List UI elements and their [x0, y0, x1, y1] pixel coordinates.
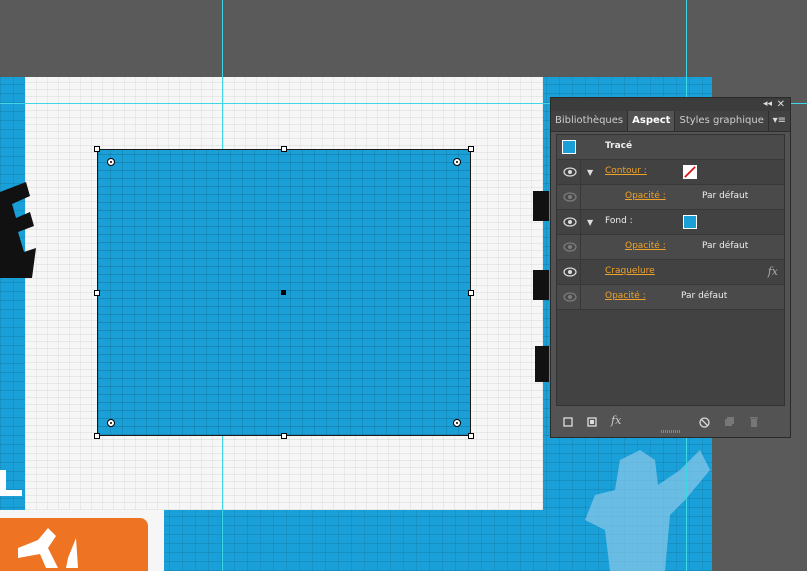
eye-column	[557, 185, 581, 209]
center-point	[281, 290, 286, 295]
object-type-label: Tracé	[605, 141, 633, 151]
visibility-eye-icon[interactable]	[563, 167, 577, 177]
disclosure-triangle-icon[interactable]: ▼	[587, 168, 593, 177]
duplicate-item-icon[interactable]	[724, 417, 734, 427]
visibility-eye-icon[interactable]	[563, 217, 577, 227]
global-opacity-row[interactable]: Opacité : Par défaut	[557, 285, 784, 310]
stroke-label[interactable]: Contour :	[605, 166, 647, 176]
fill-opacity-label[interactable]: Opacité :	[625, 241, 666, 251]
orange-badge-figure	[18, 528, 78, 568]
trash-icon[interactable]	[749, 416, 759, 427]
visibility-eye-icon[interactable]	[563, 242, 577, 252]
corner-radius-widget-tl[interactable]	[107, 158, 115, 166]
panel-tabs: Bibliothèques Aspect Styles graphique ▾≡	[551, 111, 790, 132]
visibility-eye-icon[interactable]	[563, 267, 577, 277]
tab-styles-graphiques[interactable]: Styles graphique	[675, 111, 769, 131]
object-header-row[interactable]: Tracé	[557, 135, 784, 160]
white-letter-fragment	[0, 470, 22, 496]
appearance-list: Tracé ▼ Contour : Opacité : Par défaut ▼…	[556, 134, 785, 406]
corner-radius-widget-bl[interactable]	[107, 419, 115, 427]
resize-handle-left[interactable]	[94, 290, 100, 296]
collapse-panel-button[interactable]: ◂◂	[763, 98, 772, 111]
resize-grip[interactable]	[661, 430, 681, 433]
tab-bibliotheques[interactable]: Bibliothèques	[551, 111, 629, 131]
add-new-stroke-icon[interactable]	[563, 417, 573, 427]
fx-icon[interactable]: fx	[768, 265, 778, 278]
black-letter-fragment-right-1	[533, 191, 549, 221]
black-letter-fragment-right-2	[533, 270, 549, 300]
resize-handle-right[interactable]	[468, 290, 474, 296]
add-new-effect-icon[interactable]: fx	[611, 414, 621, 427]
eye-column	[557, 260, 581, 284]
fill-label: Fond :	[605, 216, 633, 226]
black-letter-fragment	[0, 182, 36, 278]
global-opacity-label[interactable]: Opacité :	[605, 291, 646, 301]
panel-titlebar[interactable]: ◂◂ ✕	[551, 98, 790, 111]
eye-column	[557, 235, 581, 259]
fill-opacity-row[interactable]: Opacité : Par défaut	[557, 235, 784, 260]
resize-handle-top-left[interactable]	[94, 146, 100, 152]
global-opacity-value: Par défaut	[681, 291, 728, 301]
stroke-row[interactable]: ▼ Contour :	[557, 160, 784, 185]
resize-handle-bottom-left[interactable]	[94, 433, 100, 439]
corner-radius-widget-tr[interactable]	[453, 158, 461, 166]
fill-row[interactable]: ▼ Fond :	[557, 210, 784, 235]
stroke-opacity-label[interactable]: Opacité :	[625, 191, 666, 201]
resize-handle-bottom-right[interactable]	[468, 433, 474, 439]
object-thumbnail	[562, 140, 576, 154]
effect-row[interactable]: Craquelure fx	[557, 260, 784, 285]
fill-swatch[interactable]	[683, 215, 697, 229]
fill-opacity-value: Par défaut	[702, 241, 749, 251]
visibility-eye-icon[interactable]	[563, 192, 577, 202]
disclosure-triangle-icon[interactable]: ▼	[587, 218, 593, 227]
stroke-opacity-row[interactable]: Opacité : Par défaut	[557, 185, 784, 210]
eye-column	[557, 285, 581, 309]
corner-radius-widget-br[interactable]	[453, 419, 461, 427]
panel-footer: fx	[551, 411, 790, 433]
resize-handle-top-right[interactable]	[468, 146, 474, 152]
visibility-eye-icon[interactable]	[563, 292, 577, 302]
eye-column	[557, 210, 581, 234]
appearance-panel: ◂◂ ✕ Bibliothèques Aspect Styles graphiq…	[550, 97, 791, 438]
character-silhouette	[585, 450, 710, 571]
clear-appearance-icon[interactable]	[699, 417, 710, 428]
tab-aspect[interactable]: Aspect	[628, 111, 676, 131]
resize-handle-bottom[interactable]	[281, 433, 287, 439]
close-panel-button[interactable]: ✕	[777, 98, 785, 111]
black-letter-fragment-right-3	[535, 346, 549, 382]
no-stroke-swatch-icon[interactable]	[683, 165, 697, 179]
add-new-fill-icon[interactable]	[587, 417, 597, 427]
stroke-opacity-value: Par défaut	[702, 191, 749, 201]
eye-column	[557, 160, 581, 184]
effect-label[interactable]: Craquelure	[605, 266, 655, 276]
resize-handle-top[interactable]	[281, 146, 287, 152]
panel-menu-icon[interactable]: ▾≡	[773, 115, 786, 126]
